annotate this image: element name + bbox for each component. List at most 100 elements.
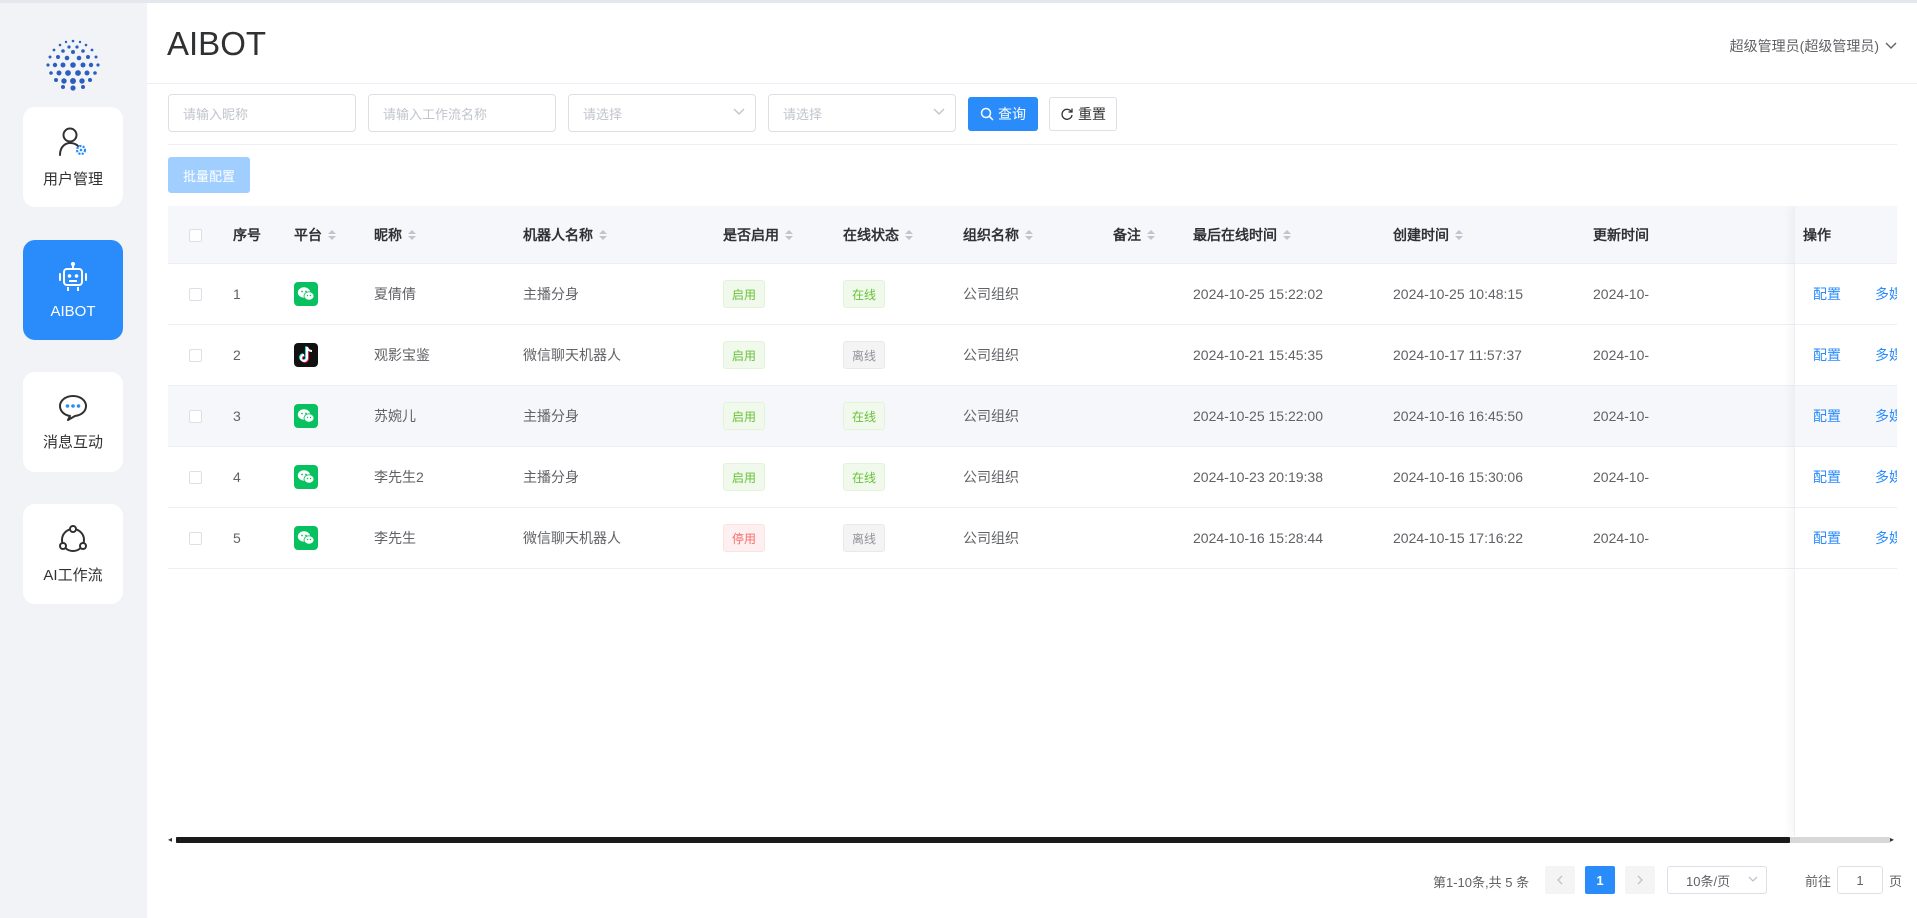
robot-name-cell: 主播分身 <box>523 408 579 424</box>
sidebar-item-messages[interactable]: 消息互动 <box>23 372 123 472</box>
query-button[interactable]: 查询 <box>968 97 1038 131</box>
reset-button[interactable]: 重置 <box>1049 97 1117 131</box>
user-menu[interactable]: 超级管理员(超级管理员) <box>1730 36 1897 56</box>
media-config-link[interactable]: 多媒体配置 <box>1875 386 1897 446</box>
org-cell: 公司组织 <box>963 408 1019 424</box>
chevron-down-icon <box>1748 876 1758 882</box>
header-remark[interactable]: 备注 <box>1113 206 1155 264</box>
prev-page-button[interactable] <box>1545 866 1575 894</box>
workflow-placeholder: 请输入工作流名称 <box>383 106 488 122</box>
last-online-cell: 2024-10-25 15:22:00 <box>1193 408 1323 424</box>
enabled-cell: 启用 <box>723 386 766 446</box>
goto-page-input[interactable]: 1 <box>1837 866 1884 894</box>
row-checkbox[interactable] <box>189 508 202 568</box>
updated-cell: 2024-10- <box>1593 408 1650 424</box>
last-online-cell: 2024-10-25 15:22:02 <box>1193 286 1323 302</box>
workflow-name-input[interactable]: 请输入工作流名称 <box>368 94 556 132</box>
robot-table: 序号 平台 昵称 机器人名称 是否启用 在线状态 组织名称 备注 最后在线时间 … <box>168 206 1897 836</box>
filter-select-2[interactable]: 请选择 <box>768 94 956 132</box>
sort-icon <box>785 230 793 240</box>
header-robot-name[interactable]: 机器人名称 <box>523 206 607 264</box>
user-gear-icon <box>59 127 87 156</box>
sidebar-item-user-management[interactable]: 用户管理 <box>23 107 123 207</box>
header-enabled[interactable]: 是否启用 <box>723 206 793 264</box>
header-org-name[interactable]: 组织名称 <box>963 206 1033 264</box>
media-config-link[interactable]: 多媒体配置 <box>1875 325 1897 385</box>
config-link[interactable]: 配置 <box>1813 325 1841 385</box>
goto-prefix: 前往 <box>1805 873 1832 889</box>
workflow-icon <box>59 524 87 552</box>
refresh-icon <box>1061 108 1073 120</box>
config-link[interactable]: 配置 <box>1813 447 1841 507</box>
chat-bubble-icon <box>59 394 87 421</box>
last-online-cell: 2024-10-23 20:19:38 <box>1193 469 1323 485</box>
header-nickname[interactable]: 昵称 <box>374 206 416 264</box>
updated-cell: 2024-10- <box>1593 286 1650 302</box>
operations-row: 配置多媒体配置停用 <box>1795 264 1897 325</box>
wechat-icon <box>294 282 318 306</box>
row-checkbox[interactable] <box>189 264 202 324</box>
media-config-link[interactable]: 多媒体配置 <box>1875 264 1897 324</box>
scroll-left-icon[interactable]: ◂ <box>168 836 172 844</box>
sort-icon <box>599 230 607 240</box>
scroll-thumb[interactable] <box>176 837 1790 843</box>
main-content: AIBOT 超级管理员(超级管理员) 请输入昵称 请输入工作流名称 请选择 请选… <box>147 3 1917 918</box>
header-last-online[interactable]: 最后在线时间 <box>1193 206 1291 264</box>
table-row: 4 李先生2 主播分身 启用 在线 公司组织 2024-10-23 20:19:38 2024… <box>168 447 1897 508</box>
sidebar-item-ai-workflow[interactable]: AI工作流 <box>23 504 123 604</box>
org-cell: 公司组织 <box>963 286 1019 302</box>
chevron-down-icon <box>933 108 945 115</box>
page-title: AIBOT <box>167 25 267 62</box>
filter-divider <box>168 144 1897 145</box>
media-config-link[interactable]: 多媒体配置 <box>1875 447 1897 507</box>
page-size-select[interactable]: 10条/页 <box>1667 866 1767 894</box>
header-index: 序号 <box>233 227 261 243</box>
config-link[interactable]: 配置 <box>1813 508 1841 568</box>
row-checkbox[interactable] <box>189 325 202 385</box>
scroll-right-icon[interactable]: ▸ <box>1890 836 1894 844</box>
select-all-checkbox[interactable] <box>189 206 202 264</box>
enabled-tag: 启用 <box>723 463 766 491</box>
created-cell: 2024-10-16 15:30:06 <box>1393 469 1523 485</box>
nickname-cell: 苏婉儿 <box>374 408 416 424</box>
filter-select-1[interactable]: 请选择 <box>568 94 756 132</box>
sort-icon <box>328 230 336 240</box>
created-cell: 2024-10-17 11:57:37 <box>1393 347 1522 363</box>
enabled-tag: 启用 <box>723 341 766 369</box>
sidebar: 用户管理 AIBOT 消息互动 AI工作流 <box>0 3 147 918</box>
row-checkbox[interactable] <box>189 447 202 507</box>
horizontal-scrollbar[interactable]: ◂ ▸ <box>168 835 1897 845</box>
robot-name-cell: 主播分身 <box>523 469 579 485</box>
enabled-cell: 停用 <box>723 508 766 568</box>
org-cell: 公司组织 <box>963 469 1019 485</box>
select-placeholder: 请选择 <box>583 106 623 122</box>
nickname-input[interactable]: 请输入昵称 <box>168 94 356 132</box>
header-platform[interactable]: 平台 <box>294 206 336 264</box>
org-cell: 公司组织 <box>963 347 1019 363</box>
robot-name-cell: 微信聊天机器人 <box>523 347 621 363</box>
row-checkbox[interactable] <box>189 386 202 446</box>
row-index: 5 <box>233 530 241 546</box>
next-page-button[interactable] <box>1625 866 1655 894</box>
header-online-status[interactable]: 在线状态 <box>843 206 913 264</box>
config-link[interactable]: 配置 <box>1813 386 1841 446</box>
enabled-tag: 停用 <box>723 524 766 552</box>
platform-cell <box>294 447 318 507</box>
page-number-button[interactable]: 1 <box>1585 866 1615 894</box>
media-config-link[interactable]: 多媒体配置 <box>1875 508 1897 568</box>
sidebar-item-label: AI工作流 <box>43 566 103 584</box>
search-icon <box>980 107 994 121</box>
platform-cell <box>294 508 318 568</box>
header-created[interactable]: 创建时间 <box>1393 206 1463 264</box>
header-updated[interactable]: 更新时间 <box>1593 206 1649 264</box>
last-online-cell: 2024-10-16 15:28:44 <box>1193 530 1323 546</box>
config-link[interactable]: 配置 <box>1813 264 1841 324</box>
select-placeholder: 请选择 <box>783 106 823 122</box>
robot-name-cell: 主播分身 <box>523 286 579 302</box>
sort-icon <box>1025 230 1033 240</box>
table-row: 1 夏倩倩 主播分身 启用 在线 公司组织 2024-10-25 15:22:02 2024-… <box>168 264 1897 325</box>
sidebar-item-aibot[interactable]: AIBOT <box>23 240 123 340</box>
wechat-icon <box>294 404 318 428</box>
batch-config-button[interactable]: 批量配置 <box>168 157 250 193</box>
online-status-tag: 在线 <box>843 280 886 308</box>
